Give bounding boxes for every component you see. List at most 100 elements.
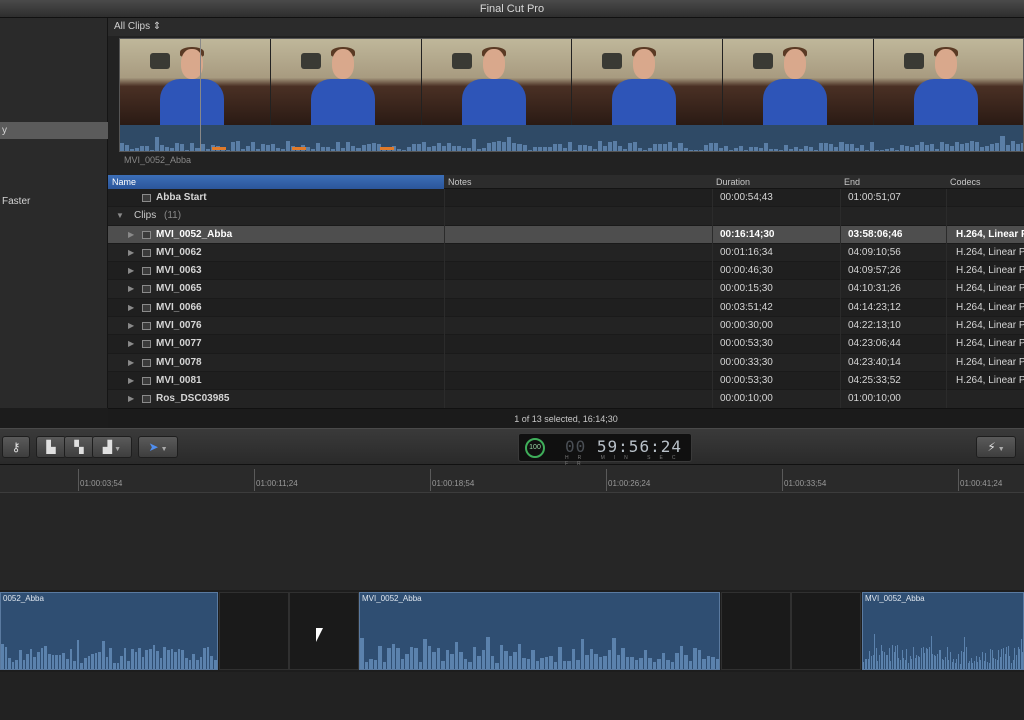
waveform-bar [769, 149, 774, 151]
list-row[interactable]: ▶ MVI_0081 00:00:53;30 04:25:33;52 H.264, Li… [108, 372, 1024, 391]
waveform-bar [369, 658, 373, 669]
waveform-bar [502, 141, 507, 151]
dashboard-timecode[interactable]: 100 00 59:56:24 HR MIN SEC FR [518, 433, 692, 467]
timeline-ruler[interactable]: 01:00:03;54 01:00:11;24 01:00:18;54 01:0… [0, 465, 1024, 493]
waveform-bar [834, 147, 839, 151]
list-row[interactable]: ▶ MVI_0052_Abba 00:16:14;30 03:58:06;46 H.26… [108, 225, 1024, 244]
enhancements-button[interactable]: ⚡ ▼ [976, 436, 1016, 458]
disclosure-triangle-icon[interactable]: ▶ [128, 317, 134, 335]
disclosure-triangle-icon[interactable]: ▶ [128, 335, 134, 353]
waveform-bar [160, 144, 165, 151]
waveform-bar [941, 658, 943, 669]
timeline[interactable]: 0052_Abba MVI_0052_Abba MVI_0052_Abba [0, 493, 1024, 720]
library-item-faster[interactable]: Faster [0, 193, 108, 210]
column-header-name[interactable]: Name [108, 175, 444, 189]
timeline-audio-clip[interactable]: 0052_Abba [0, 592, 218, 670]
waveform-bar [683, 147, 688, 151]
clip-list: Name Notes Duration End Codecs Abba Star… [108, 175, 1024, 409]
timeline-audio-clip[interactable]: MVI_0052_Abba [862, 592, 1024, 670]
list-row[interactable]: ▶ MVI_0066 00:03:51;42 04:14:23;12 H.264, Li… [108, 299, 1024, 318]
waveform-bar [743, 149, 748, 151]
disclosure-triangle-icon[interactable]: ▶ [128, 226, 134, 244]
timeline-gap-clip[interactable] [791, 592, 861, 670]
column-header-duration[interactable]: Duration [716, 175, 750, 189]
clip-icon [142, 395, 151, 404]
timeline-gap-clip[interactable] [219, 592, 289, 670]
waveform-bar [634, 659, 638, 669]
disclosure-triangle-icon[interactable]: ▶ [128, 372, 134, 390]
waveform-bar [165, 146, 170, 151]
keyword-marker[interactable] [292, 147, 306, 150]
waveform-bar [116, 662, 120, 669]
waveform-bar [62, 652, 65, 669]
timeline-gap-clip[interactable] [289, 592, 359, 670]
row-name: MVI_0063 [156, 265, 202, 277]
skimmer-playhead[interactable] [200, 39, 201, 151]
waveform-bar [844, 143, 849, 151]
filmstrip[interactable] [119, 38, 1024, 152]
list-row[interactable]: ▶ MVI_0063 00:00:46;30 04:09:57;26 H.264, Li… [108, 262, 1024, 281]
waveform-bar [961, 650, 962, 669]
row-codec: H.264, Linear P [956, 320, 1024, 332]
timeline-audio-clip[interactable]: MVI_0052_Abba [359, 592, 720, 670]
list-row[interactable]: ▶ MVI_0062 00:01:16;34 04:09:10;56 H.264, Li… [108, 243, 1024, 263]
list-row[interactable]: ▶ MVI_0076 00:00:30;00 04:22:13;10 H.264, Li… [108, 317, 1024, 336]
keyword-marker[interactable] [212, 147, 226, 150]
waveform-bar [608, 142, 613, 151]
waveform-bar [706, 655, 710, 669]
keyword-marker[interactable] [380, 147, 394, 150]
keyword-button[interactable]: ⚷ [2, 436, 30, 458]
waveform-bar [580, 638, 584, 669]
list-row[interactable]: ▶ MVI_0065 00:00:15;30 04:10:31;26 H.264, Li… [108, 280, 1024, 299]
library-item-selected[interactable]: y [0, 122, 108, 139]
waveform-bar [140, 146, 145, 151]
list-row[interactable]: ▶ Ros_DSC03985 00:00:10;00 01:00:10;00 [108, 390, 1024, 409]
background-tasks-indicator[interactable]: 100 [525, 438, 545, 458]
row-end: 04:23:06;44 [848, 338, 901, 350]
column-header-end[interactable]: End [844, 175, 860, 189]
disclosure-triangle-icon[interactable]: ▶ [128, 244, 134, 262]
waveform-bar [799, 149, 804, 151]
column-header-codecs[interactable]: Codecs [950, 175, 981, 189]
waveform-bar [123, 647, 127, 669]
list-group-row[interactable]: ▼ Clips (11) [108, 207, 1024, 226]
waveform-bar [661, 653, 665, 669]
waveform-bar [648, 657, 652, 669]
column-divider [840, 189, 841, 408]
insert-clip-button[interactable]: ▚ [64, 436, 94, 458]
waveform-bar [37, 652, 40, 669]
waveform-bar [210, 656, 213, 669]
tool-menu-button[interactable]: ➤ ▼ [138, 436, 178, 458]
waveform-bar [567, 661, 571, 669]
waveform-bar [436, 647, 440, 669]
waveform-bar [673, 148, 678, 151]
waveform-bar [879, 655, 880, 669]
list-row[interactable]: ▶ MVI_0077 00:00:53;30 04:23:06;44 H.264, Li… [108, 335, 1024, 354]
waveform-bar [960, 144, 965, 151]
waveform-bar [199, 656, 203, 669]
disclosure-triangle-icon[interactable]: ▶ [128, 262, 134, 280]
waveform-bar [517, 643, 521, 669]
list-row[interactable]: ▶ MVI_0078 00:00:33;30 04:23:40;14 H.264, Li… [108, 353, 1024, 372]
waveform-bar [885, 654, 887, 669]
waveform-bar [562, 147, 567, 151]
connect-clip-button[interactable]: ▙ [36, 436, 66, 458]
timeline-gap-clip[interactable] [721, 592, 791, 670]
waveform-bar [558, 647, 562, 669]
disclosure-triangle-icon[interactable]: ▶ [128, 280, 134, 298]
waveform-bar [889, 147, 894, 151]
column-header-notes[interactable]: Notes [448, 175, 472, 189]
waveform-bar [875, 648, 877, 669]
waveform-bar [630, 657, 634, 669]
append-clip-button[interactable]: ▟ ▼ [92, 436, 132, 458]
waveform-bar [829, 143, 834, 151]
disclosure-triangle-icon[interactable]: ▶ [128, 299, 134, 317]
clip-filter-popup[interactable]: All Clips ⇕ [108, 18, 1024, 36]
list-row[interactable]: Abba Start 00:00:54;43 01:00:51;07 [108, 189, 1024, 208]
disclosure-triangle-icon[interactable]: ▼ [116, 207, 124, 225]
waveform-bar [925, 145, 930, 151]
disclosure-triangle-icon[interactable]: ▶ [128, 354, 134, 372]
disclosure-triangle-icon[interactable]: ▶ [128, 390, 134, 408]
key-icon: ⚷ [11, 440, 21, 454]
filmstrip-caption: MVI_0052_Abba [124, 155, 192, 165]
